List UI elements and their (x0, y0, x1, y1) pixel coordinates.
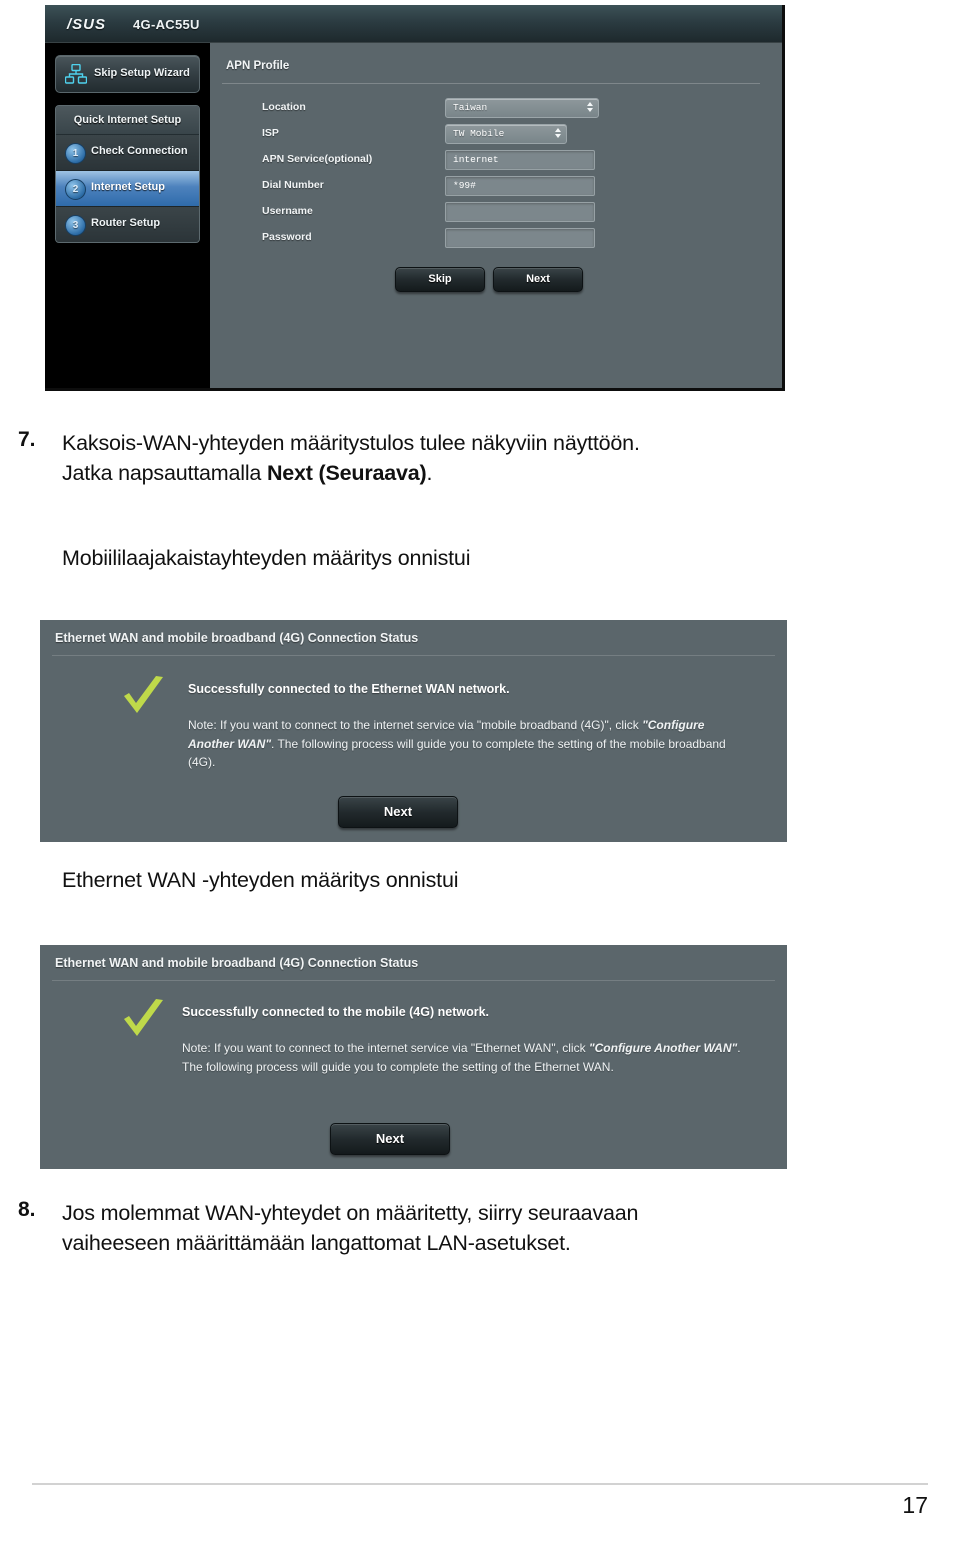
divider (52, 980, 775, 981)
step-8-line1: Jos molemmat WAN-yhteydet on määritetty,… (62, 1201, 639, 1225)
field-row-username: Username (210, 202, 782, 228)
router-model-name: 4G-AC55U (133, 17, 200, 32)
step-7-line2-bold: Next (Seuraava) (266, 461, 427, 485)
note-emphasis: "Configure Another WAN" (588, 1041, 738, 1055)
username-input[interactable] (445, 202, 595, 222)
status-header: Ethernet WAN and mobile broadband (4G) C… (55, 956, 419, 970)
router-content-pane: APN Profile Location Taiwan ISP TW Mobil… (210, 43, 782, 388)
router-sidebar: Skip Setup Wizard Quick Internet Setup 1… (45, 43, 210, 388)
step-number-badge: 3 (65, 215, 86, 236)
next-button[interactable]: Next (330, 1123, 450, 1155)
skip-setup-wizard-button[interactable]: Skip Setup Wizard (55, 55, 200, 93)
page-number: 17 (902, 1492, 928, 1518)
status-header: Ethernet WAN and mobile broadband (4G) C… (55, 631, 419, 645)
divider (52, 655, 775, 656)
caption-mobile-broadband: Mobiililaajakaistayhteyden määritys onni… (62, 546, 471, 570)
location-value: Taiwan (453, 102, 488, 113)
next-button[interactable]: Next (338, 796, 458, 828)
success-message: Successfully connected to the mobile (4G… (182, 1005, 490, 1019)
step-8-number: 8. (18, 1198, 36, 1221)
sidebar-item-internet-setup[interactable]: 2 Internet Setup (56, 171, 199, 207)
success-check-icon (118, 672, 168, 722)
quick-internet-setup-group: Quick Internet Setup 1 Check Connection … (55, 105, 200, 243)
sidebar-item-router-setup[interactable]: 3 Router Setup (56, 207, 199, 242)
note-part-1: Note: If you want to connect to the inte… (188, 718, 643, 732)
username-label: Username (262, 205, 313, 217)
field-row-apn-service: APN Service(optional) internet (210, 150, 782, 176)
step-8-line2: vaiheeseen määrittämään langattomat LAN-… (62, 1231, 571, 1255)
success-check-icon (118, 995, 168, 1045)
skip-button[interactable]: Skip (395, 267, 485, 292)
password-label: Password (262, 231, 312, 243)
field-row-password: Password (210, 228, 782, 254)
step-7-line2-post: . (426, 461, 433, 485)
apn-service-value: internet (453, 154, 499, 165)
ethernet-wan-status-screenshot: Ethernet WAN and mobile broadband (4G) C… (40, 620, 787, 842)
apn-service-label: APN Service(optional) (262, 153, 373, 165)
caption-ethernet-wan: Ethernet WAN -yhteyden määritys onnistui (62, 868, 459, 892)
router-titlebar: /SUS 4G-AC55U (45, 5, 782, 43)
network-icon (64, 63, 88, 84)
status-note: Note: If you want to connect to the inte… (188, 716, 748, 772)
step-7-line2-pre: Jatka napsauttamalla (62, 461, 267, 485)
footer-divider (32, 1483, 928, 1485)
field-row-isp: ISP TW Mobile (210, 124, 782, 150)
dial-number-label: Dial Number (262, 179, 324, 191)
step-7-line1: Kaksois-WAN-yhteyden määritystulos tulee… (62, 431, 640, 455)
location-label: Location (262, 101, 306, 113)
dial-number-input[interactable]: *99# (445, 176, 595, 196)
status-note: Note: If you want to connect to the inte… (182, 1039, 750, 1076)
isp-select[interactable]: TW Mobile (445, 124, 567, 144)
sidebar-item-label: Router Setup (91, 217, 161, 229)
chevron-updown-icon (586, 102, 593, 114)
router-qis-screenshot: /SUS 4G-AC55U Skip Setup Wizard Quick In… (45, 5, 785, 391)
next-button[interactable]: Next (493, 267, 583, 292)
isp-value: TW Mobile (453, 128, 505, 139)
chevron-updown-icon (554, 128, 561, 140)
sidebar-item-check-connection[interactable]: 1 Check Connection (56, 135, 199, 171)
asus-logo: /SUS (67, 16, 107, 33)
step-number-badge: 1 (65, 143, 86, 164)
mobile-4g-status-screenshot: Ethernet WAN and mobile broadband (4G) C… (40, 945, 787, 1169)
success-message: Successfully connected to the Ethernet W… (188, 682, 510, 696)
field-row-location: Location Taiwan (210, 98, 782, 124)
step-number-badge: 2 (65, 179, 86, 200)
quick-internet-setup-header: Quick Internet Setup (56, 106, 199, 135)
dial-number-value: *99# (453, 180, 476, 191)
skip-setup-wizard-label: Skip Setup Wizard (94, 67, 190, 79)
step-7-number: 7. (18, 428, 36, 451)
field-row-dial-number: Dial Number *99# (210, 176, 782, 202)
apn-profile-title: APN Profile (226, 60, 290, 72)
step-7-text: Kaksois-WAN-yhteyden määritystulos tulee… (62, 428, 942, 488)
sidebar-item-label: Internet Setup (91, 181, 165, 193)
location-select[interactable]: Taiwan (445, 98, 599, 118)
apn-service-input[interactable]: internet (445, 150, 595, 170)
step-8-text: Jos molemmat WAN-yhteydet on määritetty,… (62, 1198, 942, 1258)
password-input[interactable] (445, 228, 595, 248)
isp-label: ISP (262, 127, 279, 139)
sidebar-item-label: Check Connection (91, 145, 188, 157)
divider (222, 83, 760, 84)
note-part-1: Note: If you want to connect to the inte… (182, 1041, 589, 1055)
